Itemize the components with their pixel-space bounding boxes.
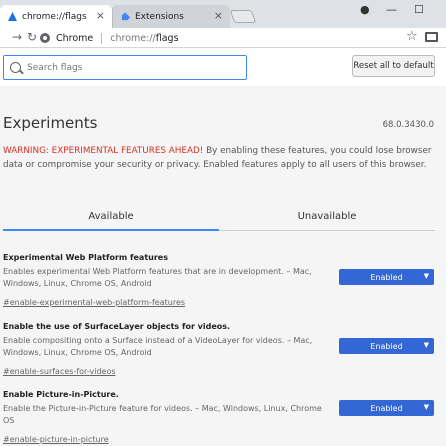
flag-name: Enable Picture-in-Picture. bbox=[3, 390, 119, 399]
bookmark-star-icon[interactable]: ☆ bbox=[406, 29, 418, 44]
flag-anchor-link[interactable]: #enable-experimental-web-platform-featur… bbox=[3, 297, 185, 309]
flag-state-value: Enabled bbox=[370, 403, 403, 413]
tab-title: Extensions bbox=[135, 11, 184, 22]
close-tab-icon[interactable]: × bbox=[214, 10, 223, 22]
flag-state-select[interactable]: Enabled ▼ bbox=[339, 400, 434, 416]
close-tab-icon[interactable]: × bbox=[96, 10, 105, 22]
flag-item: Experimental Web Platform features Enabl… bbox=[3, 253, 435, 309]
cast-icon[interactable] bbox=[425, 32, 438, 42]
tab-flags[interactable]: chrome://flags × bbox=[0, 5, 112, 28]
flags-header: Reset all to default bbox=[0, 49, 446, 86]
flag-state-select[interactable]: Enabled ▼ bbox=[339, 269, 434, 285]
address-scheme: Chrome bbox=[56, 32, 94, 44]
flag-description: Enables experimental Web Platform featur… bbox=[3, 267, 312, 288]
forward-arrow-icon[interactable]: → bbox=[12, 30, 22, 44]
chrome-page-icon bbox=[40, 33, 50, 43]
address-divider bbox=[101, 32, 103, 44]
warning-message: WARNING: EXPERIMENTAL FEATURES AHEAD! By… bbox=[3, 144, 433, 172]
new-tab-button[interactable] bbox=[229, 10, 257, 23]
tab-available[interactable]: Available bbox=[3, 203, 219, 231]
search-input[interactable] bbox=[27, 62, 237, 73]
reset-all-button[interactable]: Reset all to default bbox=[352, 55, 435, 77]
tab-title: chrome://flags bbox=[22, 11, 87, 22]
minimize-icon[interactable]: — bbox=[386, 3, 397, 16]
address-host: chrome:// bbox=[110, 32, 156, 44]
search-icon bbox=[10, 62, 21, 73]
flag-state-value: Enabled bbox=[370, 341, 403, 351]
flag-name: Experimental Web Platform features bbox=[3, 253, 168, 262]
browser-toolbar: → ↻ Chrome chrome:// flags ☆ bbox=[0, 28, 446, 48]
flag-anchor-link[interactable]: #enable-picture-in-picture bbox=[3, 434, 109, 446]
flag-tabs: Available Unavailable bbox=[0, 203, 446, 231]
dropdown-caret-icon: ▼ bbox=[423, 341, 429, 349]
warning-heading: WARNING: EXPERIMENTAL FEATURES AHEAD! bbox=[3, 146, 204, 156]
page-title: Experiments bbox=[3, 114, 98, 132]
flag-anchor-link[interactable]: #enable-surfaces-for-videos bbox=[3, 366, 116, 378]
experiments-page: Experiments 68.0.3430.0 WARNING: EXPERIM… bbox=[0, 86, 446, 446]
flag-state-select[interactable]: Enabled ▼ bbox=[339, 338, 434, 354]
search-box[interactable] bbox=[3, 55, 247, 80]
address-bar[interactable]: Chrome chrome:// flags bbox=[40, 30, 416, 46]
profile-icon[interactable]: ● bbox=[360, 3, 370, 16]
dropdown-caret-icon: ▼ bbox=[423, 403, 429, 411]
flag-item: Enable Picture-in-Picture. Enable the Pi… bbox=[3, 390, 435, 446]
tab-unavailable[interactable]: Unavailable bbox=[219, 203, 435, 231]
maximize-icon[interactable]: ☐ bbox=[414, 3, 424, 16]
tab-strip: chrome://flags × Extensions × ● — ☐ bbox=[0, 0, 446, 28]
reload-icon[interactable]: ↻ bbox=[27, 30, 37, 44]
version-label: 68.0.3430.0 bbox=[382, 120, 434, 130]
flag-name: Enable the use of SurfaceLayer objects f… bbox=[3, 322, 231, 331]
puzzle-piece-icon bbox=[121, 12, 130, 21]
address-path: flags bbox=[155, 32, 179, 44]
flag-item: Enable the use of SurfaceLayer objects f… bbox=[3, 322, 435, 378]
flag-description: Enable the Picture-in-Picture feature fo… bbox=[3, 404, 322, 425]
tab-extensions[interactable]: Extensions × bbox=[112, 5, 230, 28]
dropdown-caret-icon: ▼ bbox=[423, 272, 429, 280]
flag-state-value: Enabled bbox=[370, 272, 403, 282]
flag-description: Enable compositing onto a Surface instea… bbox=[3, 336, 313, 357]
flags-favicon-icon bbox=[8, 12, 17, 21]
